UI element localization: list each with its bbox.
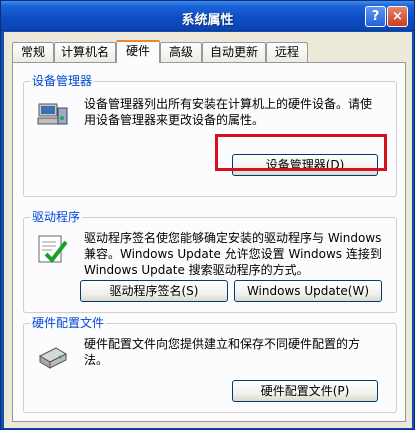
windows-update-button[interactable]: Windows Update(W) <box>234 280 382 302</box>
drivers-group-title: 驱动程序 <box>30 210 83 224</box>
device-manager-group-title: 设备管理器 <box>30 74 95 88</box>
close-button[interactable]: × <box>387 6 408 27</box>
hardware-profiles-group-title: 硬件配置文件 <box>30 316 107 330</box>
dialog-client-area: 常规 计算机名 硬件 高级 自动更新 远程 设备管理器 设备管理器列出所有安装在… <box>4 32 412 428</box>
tab-computer-name[interactable]: 计算机名 <box>54 42 116 62</box>
tab-hardware[interactable]: 硬件 <box>116 40 160 63</box>
tab-remote[interactable]: 远程 <box>266 42 308 62</box>
device-manager-icon <box>36 98 70 135</box>
hardware-profiles-button[interactable]: 硬件配置文件(P) <box>232 380 378 402</box>
system-properties-window: 系统属性 ? × 常规 计算机名 硬件 高级 自动更新 远程 设备管理器 设备管… <box>0 0 415 430</box>
drivers-description: 驱动程序签名使您能够确定安装的驱动程序与 Windows 兼容。Windows … <box>84 230 394 278</box>
hardware-profiles-group: 硬件配置文件 硬件配置文件向您提供建立和保存不同硬件配置的方 法。 硬件配置文件… <box>23 316 397 413</box>
hardware-tab-pane: 设备管理器 设备管理器列出所有安装在计算机上的硬件设备。请使 用设备管理器来更改… <box>12 62 406 422</box>
tab-advanced[interactable]: 高级 <box>160 42 202 62</box>
drivers-desc-line1: 驱动程序签名使您能够确定安装的驱动程序与 Windows <box>84 231 382 245</box>
device-manager-description: 设备管理器列出所有安装在计算机上的硬件设备。请使 用设备管理器来更改设备的属性。 <box>84 96 384 128</box>
tab-strip: 常规 计算机名 硬件 高级 自动更新 远程 <box>12 40 406 63</box>
window-title: 系统属性 <box>181 13 234 28</box>
driver-signing-icon <box>36 232 70 269</box>
hardware-profiles-description: 硬件配置文件向您提供建立和保存不同硬件配置的方 法。 <box>84 336 384 368</box>
drivers-desc-line3: Windows Update 搜索驱动程序的方式。 <box>84 263 309 277</box>
driver-signing-button[interactable]: 驱动程序签名(S) <box>80 280 228 302</box>
tab-general[interactable]: 常规 <box>12 42 54 62</box>
device-manager-desc-line1: 设备管理器列出所有安装在计算机上的硬件设备。请使 <box>84 97 373 111</box>
drivers-group: 驱动程序 驱动程序签名使您能够确定安装的驱动程序与 Windows 兼容。Win… <box>23 210 397 313</box>
hardware-profile-icon <box>36 338 70 375</box>
hardware-profiles-desc-line1: 硬件配置文件向您提供建立和保存不同硬件配置的方 <box>84 337 361 351</box>
drivers-desc-line2: 兼容。Windows Update 允许您设置 Windows 连接到 <box>84 247 382 261</box>
title-bar[interactable]: 系统属性 ? × <box>1 1 414 31</box>
tab-automatic-updates[interactable]: 自动更新 <box>202 42 266 62</box>
hardware-profiles-desc-line2: 法。 <box>84 353 109 367</box>
red-highlight-box <box>215 134 387 171</box>
help-button[interactable]: ? <box>365 6 386 27</box>
device-manager-desc-line2: 用设备管理器来更改设备的属性。 <box>84 113 265 127</box>
